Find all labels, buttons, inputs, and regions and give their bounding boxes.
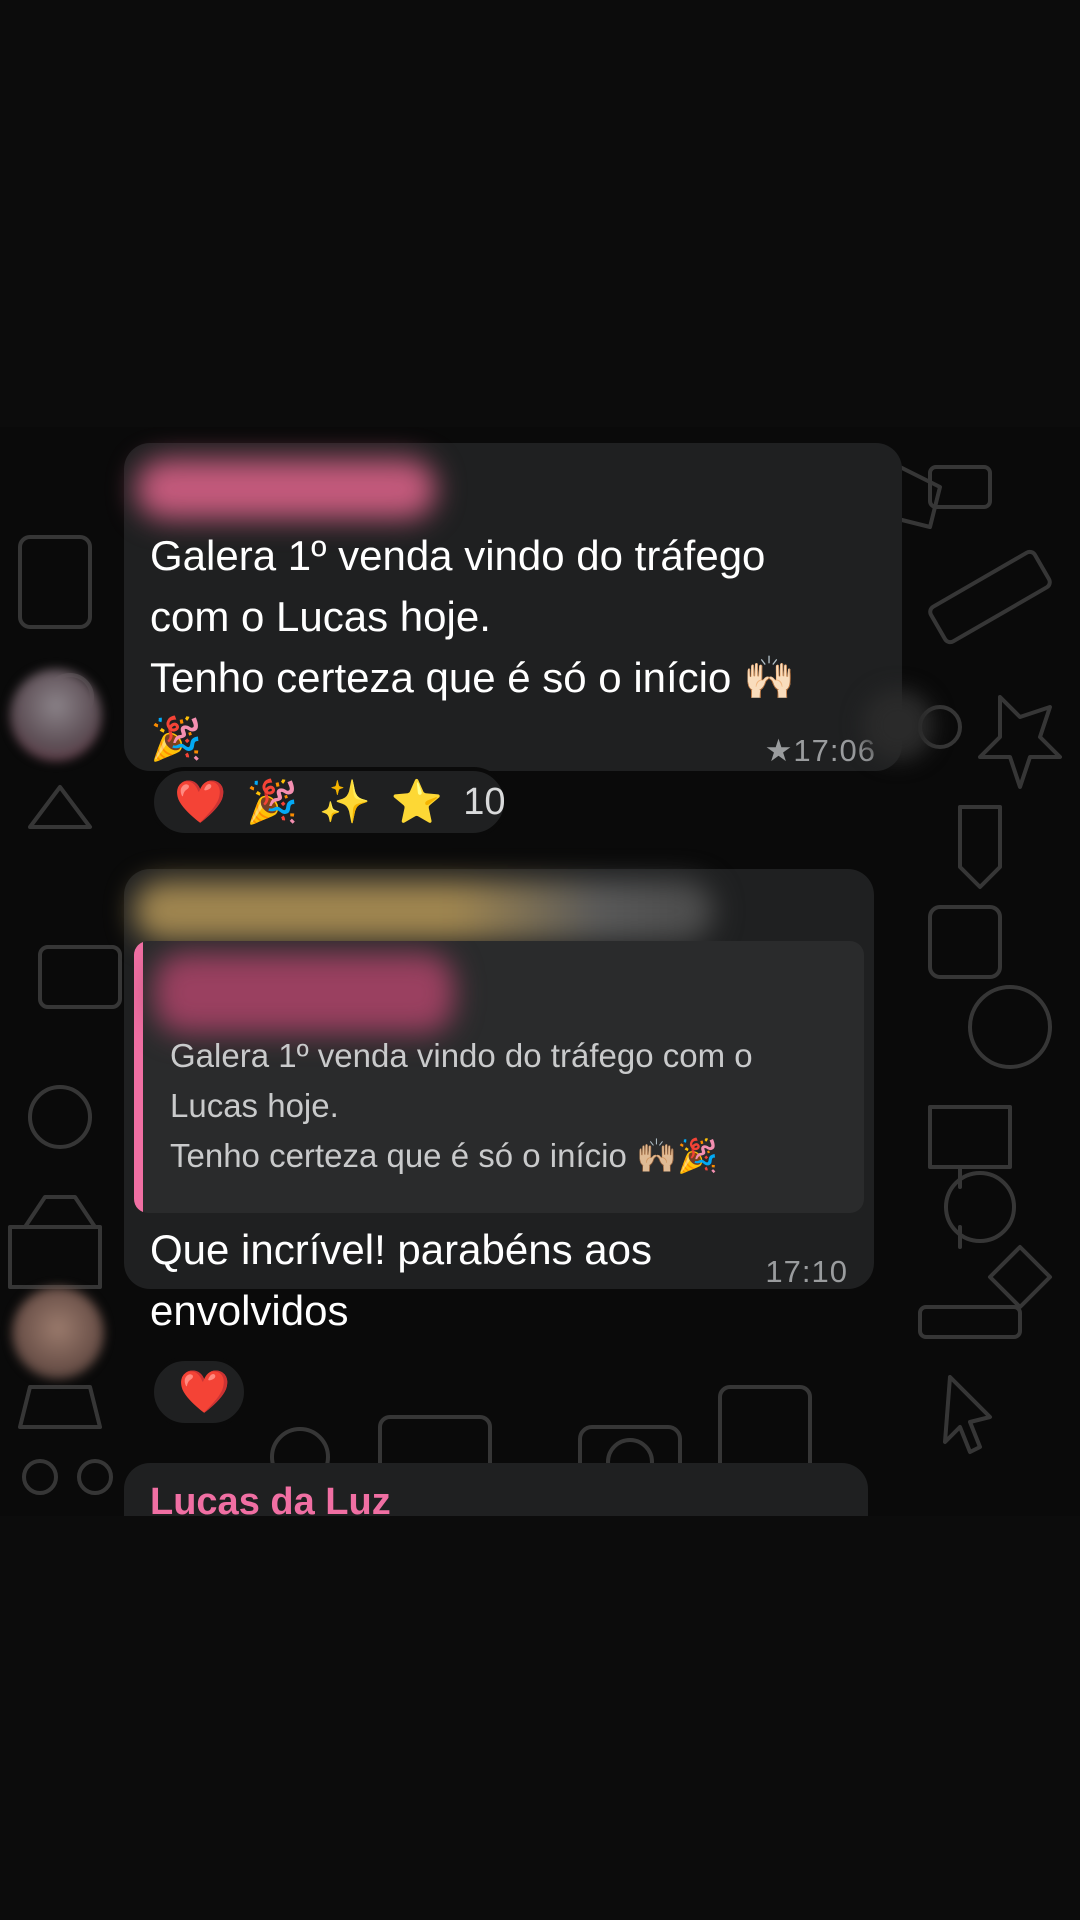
party-popper-reaction-icon: 🎉 <box>246 778 299 825</box>
message-bubble[interactable]: Galera 1º venda vindo do tráfego com o L… <box>124 443 902 771</box>
quote-accent-bar <box>134 941 143 1213</box>
reactions-pill[interactable]: ❤️ <box>150 1357 248 1427</box>
quoted-sender-redacted <box>154 953 454 1033</box>
quoted-text: Galera 1º venda vindo do tráfego com o L… <box>170 1037 753 1174</box>
sender-avatar[interactable] <box>12 1287 104 1379</box>
message-bubble[interactable]: Lucas da Luz <box>124 1463 868 1516</box>
sender-name-redacted <box>134 881 714 941</box>
message-text: Que incrível! parabéns aos envolvidos <box>150 1226 652 1334</box>
timestamp: 17:10 <box>765 1254 848 1289</box>
redacted-blob <box>862 689 934 761</box>
message-time: ★17:06 <box>765 733 876 769</box>
heart-reaction-icon: ❤️ <box>178 1368 231 1415</box>
reaction-count: 10 <box>463 780 506 823</box>
chat-view[interactable]: Galera 1º venda vindo do tráfego com o L… <box>0 427 1080 1516</box>
sender-avatar[interactable] <box>10 669 102 761</box>
sender-name[interactable]: Lucas da Luz <box>150 1481 391 1516</box>
sender-name-redacted <box>136 459 436 519</box>
reactions-pill[interactable]: ❤️ 🎉 ✨ ⭐ 10 <box>150 767 508 837</box>
star-icon: ★ <box>764 733 794 768</box>
quoted-message[interactable]: Galera 1º venda vindo do tráfego com o L… <box>134 941 864 1213</box>
star-reaction-icon: ⭐ <box>390 778 444 825</box>
sparkles-reaction-icon: ✨ <box>318 778 371 825</box>
heart-reaction-icon: ❤️ <box>174 778 227 825</box>
message-bubble[interactable]: Galera 1º venda vindo do tráfego com o L… <box>124 869 874 1334</box>
screenshot-frame: Galera 1º venda vindo do tráfego com o L… <box>0 0 1080 1920</box>
